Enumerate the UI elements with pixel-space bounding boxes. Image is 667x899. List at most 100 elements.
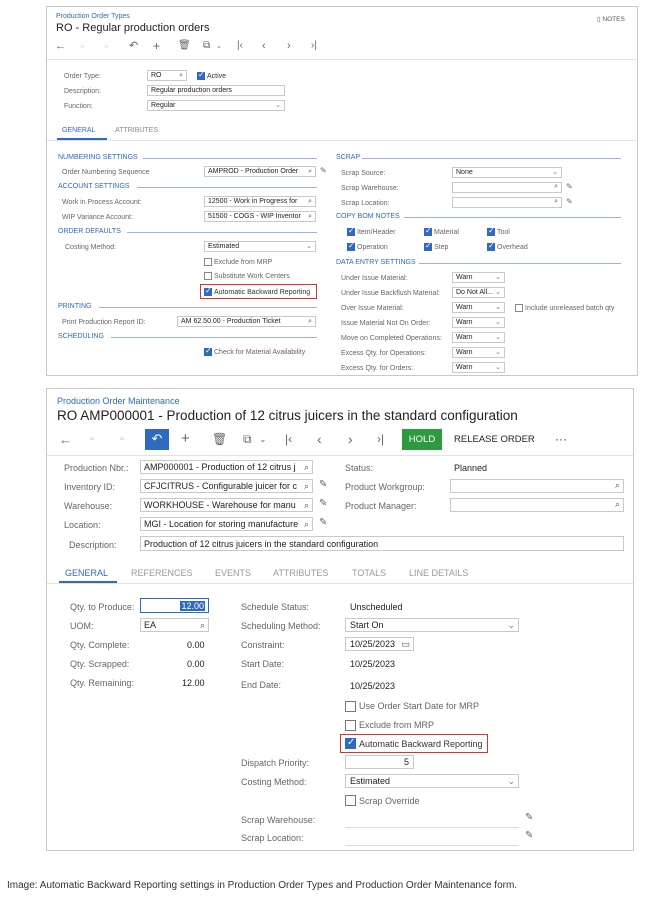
tool-checkbox[interactable] — [487, 227, 495, 236]
save-close-icon[interactable]: ▫ — [120, 434, 124, 445]
first-record-icon[interactable]: |‹ — [285, 433, 292, 445]
edit-icon[interactable]: ✎ — [525, 813, 533, 823]
hold-button[interactable]: HOLD — [402, 429, 442, 450]
warehouse-field[interactable]: WORKHOUSE - Warehouse for manu ⌕ — [140, 498, 313, 512]
edit-icon[interactable]: ✎ — [319, 499, 327, 509]
exclude-mrp-checkbox[interactable] — [204, 258, 212, 266]
back-icon[interactable]: ← — [59, 433, 72, 446]
tab-general[interactable]: GENERAL — [65, 568, 108, 578]
under-issue-backflush-select[interactable]: Do Not All... ⌄ — [452, 287, 505, 298]
wip-account-field[interactable]: 12500 - Work in Progress for ⌕ — [204, 196, 316, 207]
delete-icon[interactable]: 🗑 — [212, 433, 227, 445]
edit-icon[interactable]: ✎ — [566, 183, 573, 191]
search-icon[interactable]: ⌕ — [179, 71, 183, 80]
breadcrumb[interactable]: Production Order Maintenance — [57, 396, 180, 406]
notes-button[interactable]: ▯ NOTES — [597, 15, 625, 23]
prev-record-icon[interactable]: ‹ — [262, 41, 266, 52]
check-material-checkbox[interactable] — [204, 347, 212, 356]
search-icon[interactable]: ⌕ — [615, 499, 620, 510]
back-icon[interactable]: ← — [55, 41, 66, 52]
costing-method-select[interactable]: Estimated ⌄ — [204, 241, 316, 252]
tab-attributes[interactable]: ATTRIBUTES — [273, 568, 328, 578]
chevron-down-icon[interactable]: ⌄ — [259, 435, 267, 444]
search-icon[interactable]: ⌕ — [554, 183, 558, 191]
scrap-warehouse-field[interactable] — [345, 827, 519, 828]
search-icon[interactable]: ⌕ — [304, 461, 309, 473]
dispatch-priority-field[interactable]: 5 — [345, 755, 414, 769]
copy-icon[interactable]: ⧉ — [243, 433, 252, 445]
tab-line-details[interactable]: LINE DETAILS — [409, 568, 468, 578]
more-button[interactable]: ··· — [555, 432, 567, 446]
tab-references[interactable]: REFERENCES — [131, 568, 193, 578]
last-record-icon[interactable]: ›| — [311, 41, 317, 51]
inventory-id-field[interactable]: CFJCITRUS - Configurable juicer for c ⌕ — [140, 479, 313, 493]
tab-totals[interactable]: TOTALS — [352, 568, 386, 578]
edit-icon[interactable]: ✎ — [319, 480, 327, 490]
use-order-start-checkbox[interactable] — [345, 701, 356, 712]
edit-icon[interactable]: ✎ — [566, 198, 573, 206]
search-icon[interactable]: ⌕ — [304, 480, 309, 492]
description-field[interactable]: Production of 12 citrus juicers in the s… — [140, 536, 624, 551]
search-icon[interactable]: ⌕ — [308, 167, 312, 176]
operation-checkbox[interactable] — [347, 242, 355, 251]
search-icon[interactable]: ⌕ — [308, 317, 312, 326]
product-manager-field[interactable]: ⌕ — [450, 498, 624, 512]
search-icon[interactable]: ⌕ — [554, 198, 558, 206]
auto-backward-checkbox[interactable] — [345, 738, 356, 749]
delete-icon[interactable]: 🗑 — [178, 41, 191, 51]
production-nbr-field[interactable]: AMP000001 - Production of 12 citrus j ⌕ — [140, 460, 313, 474]
overhead-checkbox[interactable] — [487, 242, 495, 251]
tab-attributes[interactable]: ATTRIBUTES — [115, 127, 158, 134]
next-record-icon[interactable]: › — [348, 432, 353, 446]
calendar-icon[interactable]: ▭ — [401, 638, 410, 650]
costing-method-select[interactable]: Estimated ⌄ — [345, 774, 519, 788]
search-icon[interactable]: ⌕ — [304, 499, 309, 511]
constraint-field[interactable]: 10/25/2023 ▭ — [345, 637, 414, 651]
excess-qty-orders-select[interactable]: Warn ⌄ — [452, 362, 505, 373]
qty-produce-field[interactable]: 12.00 — [140, 598, 209, 613]
step-checkbox[interactable] — [424, 242, 432, 251]
save-close-icon[interactable]: ▫ — [105, 42, 108, 51]
scheduling-method-select[interactable]: Start On ⌄ — [345, 618, 519, 632]
move-completed-select[interactable]: Warn ⌄ — [452, 332, 505, 343]
location-field[interactable]: MGI - Location for storing manufacture ⌕ — [140, 517, 313, 531]
edit-icon[interactable]: ✎ — [320, 167, 327, 175]
copy-icon[interactable]: ⧉ — [203, 41, 210, 51]
under-issue-select[interactable]: Warn ⌄ — [452, 272, 505, 283]
auto-backward-checkbox[interactable] — [204, 287, 212, 296]
chevron-down-icon[interactable]: ⌄ — [216, 43, 222, 50]
scrap-location-field[interactable] — [345, 845, 519, 846]
edit-icon[interactable]: ✎ — [319, 518, 327, 528]
save-icon[interactable]: ▫ — [90, 434, 94, 445]
excess-qty-operations-select[interactable]: Warn ⌄ — [452, 347, 505, 358]
edit-icon[interactable]: ✎ — [525, 831, 533, 841]
order-type-field[interactable]: RO ⌕ — [147, 70, 187, 81]
search-icon[interactable]: ⌕ — [304, 518, 309, 530]
scrap-override-checkbox[interactable] — [345, 795, 356, 806]
tab-general[interactable]: GENERAL — [62, 127, 95, 134]
add-icon[interactable]: + — [181, 431, 190, 446]
material-checkbox[interactable] — [424, 227, 432, 236]
next-record-icon[interactable]: › — [287, 41, 291, 52]
search-icon[interactable]: ⌕ — [308, 212, 312, 221]
undo-icon[interactable]: ↶ — [145, 429, 169, 450]
tab-events[interactable]: EVENTS — [215, 568, 251, 578]
search-icon[interactable]: ⌕ — [200, 619, 205, 631]
search-icon[interactable]: ⌕ — [308, 197, 312, 206]
save-icon[interactable]: ▫ — [81, 42, 84, 51]
over-issue-select[interactable]: Warn ⌄ — [452, 302, 505, 313]
prev-record-icon[interactable]: ‹ — [317, 432, 322, 446]
release-order-button[interactable]: RELEASE ORDER — [454, 434, 535, 445]
print-report-field[interactable]: AM 62.50.00 - Production Ticket ⌕ — [177, 316, 316, 327]
search-icon[interactable]: ⌕ — [615, 480, 620, 491]
function-select[interactable]: Regular ⌄ — [147, 100, 285, 111]
description-field[interactable]: Regular production orders — [147, 85, 285, 96]
scrap-location-field[interactable]: ⌕ — [452, 197, 562, 208]
include-unreleased-checkbox[interactable] — [515, 304, 523, 312]
item-header-checkbox[interactable] — [347, 227, 355, 236]
active-checkbox[interactable] — [197, 71, 205, 80]
breadcrumb[interactable]: Production Order Types — [56, 13, 130, 20]
exclude-mrp-checkbox[interactable] — [345, 720, 356, 731]
wip-variance-field[interactable]: 51500 - COGS - WIP Inventor ⌕ — [204, 211, 316, 222]
order-numbering-field[interactable]: AMPROD - Production Order ⌕ — [204, 166, 316, 177]
